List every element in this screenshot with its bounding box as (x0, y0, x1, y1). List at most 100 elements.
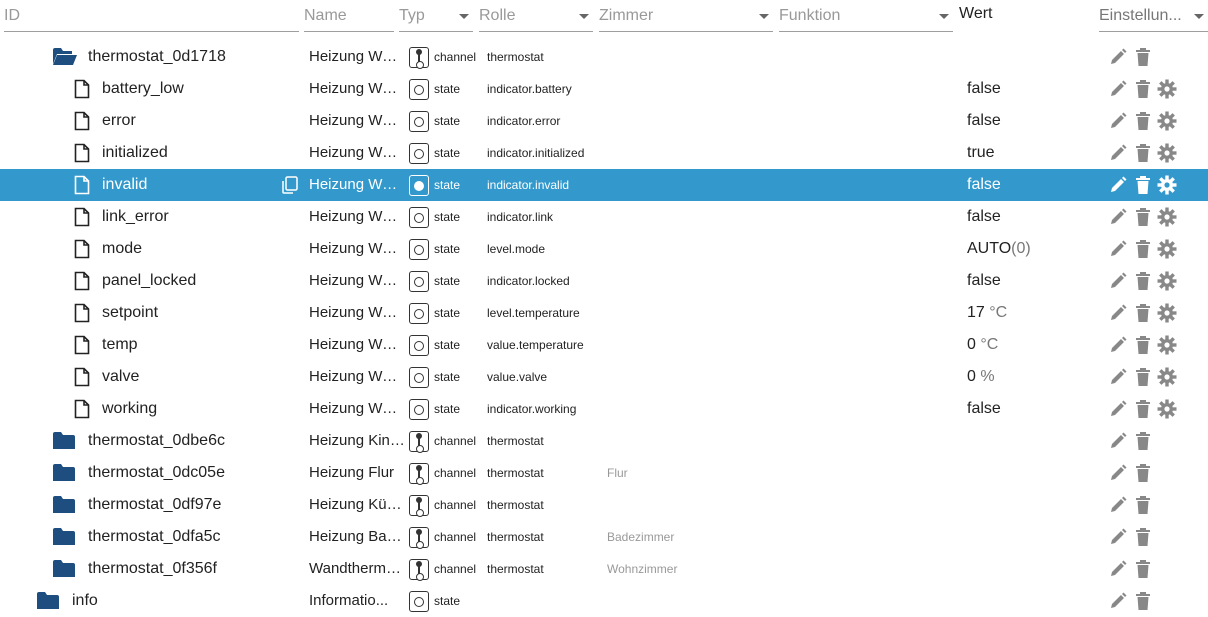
object-id[interactable]: panel_locked (102, 272, 196, 290)
edit-pencil-icon[interactable] (1108, 79, 1128, 99)
tree-row[interactable]: thermostat_0df97e Heizung Küche channel the… (0, 489, 1208, 521)
tree-row[interactable]: thermostat_0d1718 Heizung Woh... channel th… (0, 41, 1208, 73)
tree-row[interactable]: panel_locked Heizung Woh... state indicator… (0, 265, 1208, 297)
file-icon[interactable] (74, 303, 90, 328)
object-id[interactable]: valve (102, 368, 139, 386)
tree-row[interactable]: initialized Heizung Woh... state indicator.… (0, 137, 1208, 169)
room-filter-select[interactable]: Zimmer (599, 0, 773, 32)
delete-trash-icon[interactable] (1133, 463, 1153, 483)
delete-trash-icon[interactable] (1133, 303, 1153, 323)
object-value[interactable]: false (967, 272, 1001, 290)
object-value[interactable]: 0 % (967, 368, 995, 386)
object-value[interactable]: false (967, 80, 1001, 98)
function-filter-select[interactable]: Funktion (779, 0, 953, 32)
gear-icon[interactable] (1157, 207, 1177, 227)
file-icon[interactable] (74, 111, 90, 136)
gear-icon[interactable] (1157, 271, 1177, 291)
tree-row[interactable]: valve Heizung Woh... state value.valve 0 % (0, 361, 1208, 393)
object-value[interactable]: false (967, 112, 1001, 130)
delete-trash-icon[interactable] (1133, 367, 1153, 387)
gear-icon[interactable] (1157, 399, 1177, 419)
edit-pencil-icon[interactable] (1108, 527, 1128, 547)
edit-pencil-icon[interactable] (1108, 111, 1128, 131)
file-icon[interactable] (74, 79, 90, 104)
object-id[interactable]: temp (102, 336, 138, 354)
copy-icon[interactable] (280, 175, 300, 195)
delete-trash-icon[interactable] (1133, 47, 1153, 67)
edit-pencil-icon[interactable] (1108, 367, 1128, 387)
file-icon[interactable] (74, 143, 90, 168)
edit-pencil-icon[interactable] (1108, 335, 1128, 355)
file-icon[interactable] (74, 207, 90, 232)
gear-icon[interactable] (1157, 335, 1177, 355)
delete-trash-icon[interactable] (1133, 207, 1153, 227)
edit-pencil-icon[interactable] (1108, 399, 1128, 419)
gear-icon[interactable] (1157, 175, 1177, 195)
tree-row[interactable]: info Informatio... state (0, 585, 1208, 617)
object-id[interactable]: error (102, 112, 136, 130)
type-filter-select[interactable]: Typ (399, 0, 473, 32)
delete-trash-icon[interactable] (1133, 79, 1153, 99)
name-filter-input[interactable]: Name (304, 0, 394, 32)
file-icon[interactable] (74, 175, 90, 200)
object-id[interactable]: initialized (102, 144, 168, 162)
role-filter-select[interactable]: Rolle (479, 0, 593, 32)
gear-icon[interactable] (1157, 143, 1177, 163)
gear-icon[interactable] (1157, 303, 1177, 323)
object-id[interactable]: thermostat_0df97e (88, 496, 221, 514)
object-value[interactable]: false (967, 176, 1001, 194)
delete-trash-icon[interactable] (1133, 335, 1153, 355)
tree-row[interactable]: link_error Heizung Woh... state indicator.l… (0, 201, 1208, 233)
tree-row[interactable]: temp Heizung Woh... state value.temperature… (0, 329, 1208, 361)
tree-row[interactable]: battery_low Heizung Woh... state indicator.… (0, 73, 1208, 105)
delete-trash-icon[interactable] (1133, 559, 1153, 579)
object-id[interactable]: thermostat_0dbe6c (88, 432, 225, 450)
object-id[interactable]: thermostat_0dfa5c (88, 528, 221, 546)
edit-pencil-icon[interactable] (1108, 431, 1128, 451)
folder-icon[interactable] (36, 591, 60, 616)
gear-icon[interactable] (1157, 79, 1177, 99)
tree-row[interactable]: thermostat_0f356f Wandthermos... channel th… (0, 553, 1208, 585)
delete-trash-icon[interactable] (1133, 239, 1153, 259)
object-id[interactable]: mode (102, 240, 142, 258)
object-id[interactable]: link_error (102, 208, 169, 226)
object-id[interactable]: working (102, 400, 157, 418)
object-id[interactable]: thermostat_0d1718 (88, 48, 226, 66)
folder-icon[interactable] (52, 431, 76, 456)
edit-pencil-icon[interactable] (1108, 47, 1128, 67)
delete-trash-icon[interactable] (1133, 431, 1153, 451)
file-icon[interactable] (74, 399, 90, 424)
folder-icon[interactable] (52, 559, 76, 584)
tree-row[interactable]: thermostat_0dbe6c Heizung Kind... channel t… (0, 425, 1208, 457)
folder-icon[interactable] (52, 463, 76, 488)
object-id[interactable]: info (72, 592, 98, 610)
object-value[interactable]: 0 °C (967, 336, 998, 354)
object-value[interactable]: AUTO(0) (967, 240, 1031, 258)
object-id[interactable]: battery_low (102, 80, 184, 98)
file-icon[interactable] (74, 271, 90, 296)
edit-pencil-icon[interactable] (1108, 207, 1128, 227)
object-value[interactable]: false (967, 400, 1001, 418)
id-filter-input[interactable]: ID (4, 0, 299, 32)
tree-row[interactable]: mode Heizung Woh... state level.mode AUTO(0) (0, 233, 1208, 265)
file-icon[interactable] (74, 239, 90, 264)
object-id[interactable]: invalid (102, 176, 147, 194)
object-value[interactable]: true (967, 144, 995, 162)
edit-pencil-icon[interactable] (1108, 239, 1128, 259)
delete-trash-icon[interactable] (1133, 591, 1153, 611)
settings-filter-select[interactable]: Einstellun... (1099, 0, 1208, 32)
tree-row[interactable]: setpoint Heizung Woh... state level.tempera… (0, 297, 1208, 329)
edit-pencil-icon[interactable] (1108, 495, 1128, 515)
gear-icon[interactable] (1157, 239, 1177, 259)
delete-trash-icon[interactable] (1133, 495, 1153, 515)
gear-icon[interactable] (1157, 367, 1177, 387)
object-value[interactable]: 17 °C (967, 304, 1007, 322)
edit-pencil-icon[interactable] (1108, 143, 1128, 163)
file-icon[interactable] (74, 367, 90, 392)
delete-trash-icon[interactable] (1133, 271, 1153, 291)
tree-row[interactable]: invalid Heizung Woh... state indicator.inva… (0, 169, 1208, 201)
folder-icon[interactable] (52, 527, 76, 552)
delete-trash-icon[interactable] (1133, 111, 1153, 131)
object-id[interactable]: thermostat_0f356f (88, 560, 217, 578)
folder-open-icon[interactable] (52, 47, 78, 72)
